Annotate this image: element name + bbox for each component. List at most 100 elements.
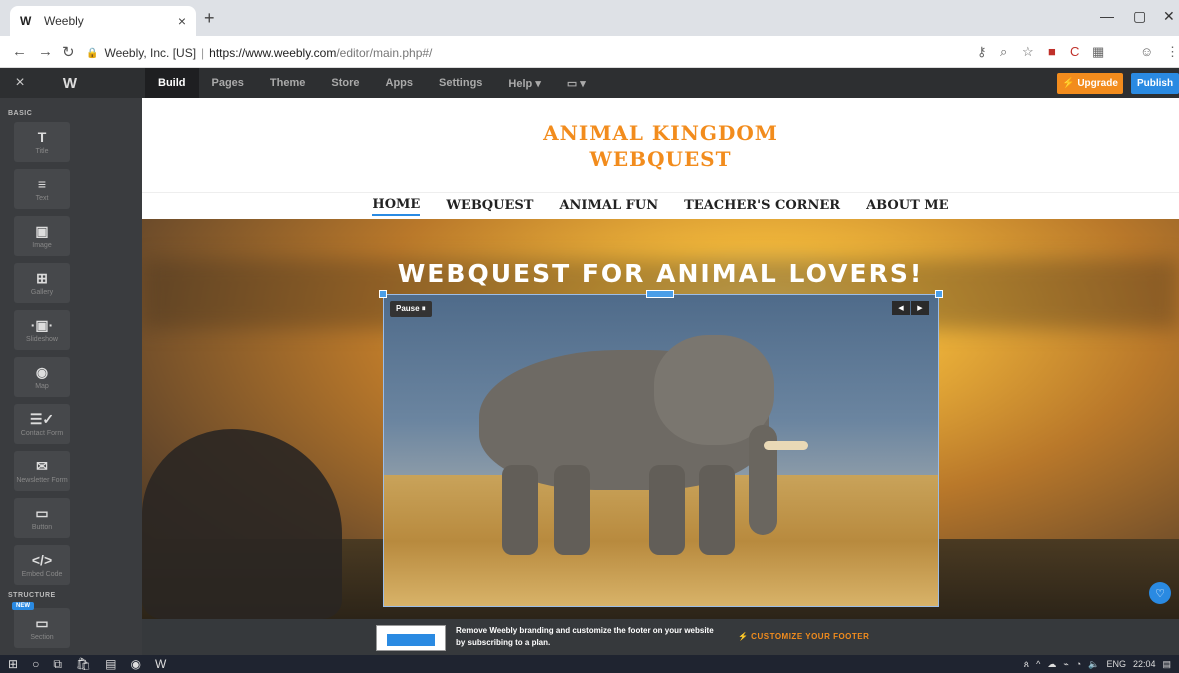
- upgrade-button[interactable]: ⚡ Upgrade: [1057, 73, 1123, 94]
- close-editor-icon[interactable]: ×: [0, 74, 40, 92]
- nav-animal-fun[interactable]: ANIMAL FUN: [559, 198, 658, 215]
- site-title[interactable]: ANIMAL KINGDOM WEBQUEST: [142, 120, 1179, 172]
- element-slideshow[interactable]: ·▣· Slideshow: [14, 310, 70, 350]
- windows-start-icon[interactable]: ⊞: [8, 657, 18, 671]
- element-label: Newsletter Form: [16, 476, 68, 484]
- elephant-silhouette: [142, 429, 342, 619]
- word-icon[interactable]: W: [155, 657, 166, 671]
- section-title-basic: BASIC: [8, 110, 33, 117]
- next-slide-button[interactable]: ▶: [911, 301, 929, 315]
- title-icon: T: [37, 128, 47, 145]
- network-icon[interactable]: ⌁: [1063, 659, 1068, 670]
- lock-icon: 🔒: [86, 47, 99, 59]
- weebly-logo-icon[interactable]: W: [40, 75, 100, 92]
- drag-handle-top[interactable]: [646, 290, 674, 298]
- onedrive-icon[interactable]: ☁: [1047, 659, 1056, 670]
- element-label: Button: [31, 523, 53, 531]
- element-image[interactable]: ▣ Image: [14, 216, 70, 256]
- search-icon[interactable]: ○: [32, 657, 39, 671]
- element-button[interactable]: ▭ Button: [14, 498, 70, 538]
- tab-settings[interactable]: Settings: [426, 68, 495, 98]
- key-icon[interactable]: ⚷: [977, 44, 987, 60]
- site-title-line1: ANIMAL KINGDOM: [543, 121, 778, 145]
- notifications-icon[interactable]: ▤: [1162, 659, 1171, 670]
- element-text[interactable]: ≡ Text: [14, 169, 70, 209]
- element-gallery[interactable]: ⊞ Gallery: [14, 263, 70, 303]
- tab-apps[interactable]: Apps: [373, 68, 427, 98]
- file-explorer-icon[interactable]: ▤: [105, 657, 116, 671]
- site-canvas: ANIMAL KINGDOM WEBQUEST HOME WEBQUEST AN…: [142, 98, 1179, 655]
- gallery-icon: ⊞: [36, 269, 48, 286]
- clock[interactable]: 22:04: [1133, 659, 1156, 669]
- hero-title[interactable]: WEBQUEST FOR ANIMAL LOVERS!: [142, 259, 1179, 288]
- help-lightbulb-icon[interactable]: ♡: [1149, 582, 1171, 604]
- browser-tab[interactable]: W Weebly ×: [10, 6, 196, 36]
- element-section[interactable]: ▭ Section: [14, 608, 70, 648]
- chevron-up-icon[interactable]: ^: [1036, 659, 1040, 669]
- profile-icon[interactable]: ☺: [1140, 44, 1153, 59]
- element-label: Image: [32, 241, 52, 249]
- footer-promo-text: Remove Weebly branding and customize the…: [456, 626, 714, 647]
- wifi-icon[interactable]: ◔: [1076, 659, 1081, 669]
- section-title-structure: STRUCTURE: [8, 592, 56, 599]
- envelope-icon: ✉: [36, 457, 48, 474]
- customize-footer-link[interactable]: ⚡ CUSTOMIZE YOUR FOOTER: [738, 632, 869, 641]
- tab-store[interactable]: Store: [318, 68, 372, 98]
- minimize-icon[interactable]: —: [1100, 8, 1114, 24]
- tab-build[interactable]: Build: [145, 68, 199, 98]
- language-indicator[interactable]: ENG: [1106, 659, 1126, 669]
- zoom-icon[interactable]: ⌕: [1000, 44, 1007, 60]
- extension-c-icon[interactable]: C: [1070, 44, 1079, 59]
- tab-help[interactable]: Help ▾: [495, 68, 553, 98]
- publish-button[interactable]: Publish: [1131, 73, 1179, 94]
- map-pin-icon: ◉: [35, 363, 49, 380]
- nav-about-me[interactable]: ABOUT ME: [866, 198, 948, 215]
- volume-icon[interactable]: 🔈: [1088, 659, 1099, 670]
- prev-slide-button[interactable]: ◀: [892, 301, 910, 315]
- os-taskbar: ⊞ ○ ⧉ 🛍 ▤ ◉ W ጰ ^ ☁ ⌁ ◔ 🔈 ENG 22:04 ▤: [0, 655, 1179, 673]
- menu-dots-icon[interactable]: ⋮: [1166, 44, 1179, 60]
- nav-webquest[interactable]: WEBQUEST: [446, 198, 533, 215]
- device-preview-dropdown[interactable]: ▭ ▾: [554, 68, 599, 98]
- slideshow[interactable]: Pause ⏸ ◀ ▶: [383, 294, 939, 607]
- button-icon: ▭: [35, 504, 49, 521]
- reload-icon[interactable]: ↻: [62, 43, 75, 61]
- chrome-icon[interactable]: ◉: [130, 657, 140, 671]
- resize-handle-top-right[interactable]: [935, 290, 943, 298]
- back-icon[interactable]: ←: [12, 43, 27, 60]
- system-tray: ጰ ^ ☁ ⌁ ◔ 🔈 ENG 22:04 ▤: [1024, 655, 1171, 673]
- nav-home[interactable]: HOME: [372, 197, 421, 216]
- tab-theme[interactable]: Theme: [257, 68, 318, 98]
- element-newsletter-form[interactable]: ✉ Newsletter Form: [14, 451, 70, 491]
- hero-banner[interactable]: WEBQUEST FOR ANIMAL LOVERS! Pause ⏸ ◀ ▶: [142, 219, 1179, 619]
- tab-pages[interactable]: Pages: [199, 68, 257, 98]
- store-icon[interactable]: 🛍: [76, 657, 91, 671]
- window-close-icon[interactable]: ✕: [1163, 8, 1175, 25]
- nav-teachers-corner[interactable]: TEACHER'S CORNER: [684, 198, 840, 215]
- site-navigation: HOME WEBQUEST ANIMAL FUN TEACHER'S CORNE…: [142, 192, 1179, 220]
- element-embed-code[interactable]: </> Embed Code: [14, 545, 70, 585]
- pause-button[interactable]: Pause ⏸: [390, 301, 432, 317]
- elephant-leg: [699, 465, 735, 555]
- resize-handle-top-left[interactable]: [379, 290, 387, 298]
- element-label: Map: [35, 382, 49, 390]
- url-separator: |: [201, 46, 205, 60]
- element-map[interactable]: ◉ Map: [14, 357, 70, 397]
- form-icon: ☰✓: [29, 410, 55, 427]
- element-label: Title: [35, 147, 49, 155]
- element-contact-form[interactable]: ☰✓ Contact Form: [14, 404, 70, 444]
- element-label: Section: [30, 633, 54, 641]
- forward-icon[interactable]: →: [38, 43, 53, 60]
- footer-thumbnail: [376, 625, 446, 651]
- task-view-icon[interactable]: ⧉: [53, 657, 62, 672]
- new-tab-button[interactable]: +: [204, 8, 215, 29]
- extension-red-icon[interactable]: ■: [1048, 44, 1056, 59]
- extension-screen-icon[interactable]: ▦: [1092, 44, 1104, 60]
- people-icon[interactable]: ጰ: [1024, 659, 1029, 670]
- site-title-line2: WEBQUEST: [589, 147, 732, 171]
- star-icon[interactable]: ☆: [1022, 44, 1034, 60]
- element-title[interactable]: T Title: [14, 122, 70, 162]
- maximize-icon[interactable]: ▢: [1133, 8, 1146, 25]
- element-label: Gallery: [30, 288, 54, 296]
- tab-close-icon[interactable]: ×: [178, 13, 186, 29]
